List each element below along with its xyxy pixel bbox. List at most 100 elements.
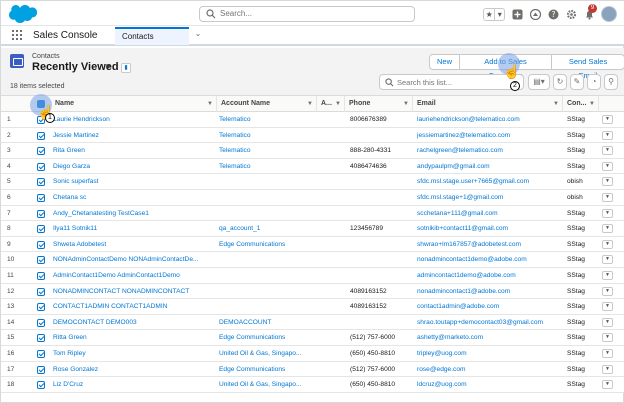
row-actions-chevron-icon[interactable]: ▼ [602, 364, 613, 374]
contact-name-link[interactable]: Liz D'Cruz [53, 377, 211, 392]
column-header-phone[interactable]: Phone ▼ [345, 96, 413, 112]
table-row[interactable]: 10 NONAdminContactDemo NONAdminContactDe.… [1, 252, 624, 268]
row-actions-chevron-icon[interactable]: ▼ [602, 333, 613, 343]
row-actions-chevron-icon[interactable]: ▼ [602, 224, 613, 234]
column-header-contact-owner[interactable]: Con... ▼ [563, 96, 599, 112]
filter-icon[interactable]: ⚲ [604, 74, 618, 90]
row-checkbox[interactable] [37, 162, 45, 171]
list-view-switcher-icon[interactable]: ▾ [106, 61, 111, 72]
row-actions-chevron-icon[interactable]: ▼ [602, 239, 613, 249]
row-checkbox[interactable] [37, 365, 45, 374]
account-name-link[interactable]: qa_account_1 [219, 221, 315, 236]
row-checkbox[interactable] [37, 334, 45, 343]
contact-name-link[interactable]: Rita Green [53, 143, 211, 158]
row-actions-chevron-icon[interactable]: ▼ [602, 115, 613, 124]
account-name-link[interactable]: Edge Communications [219, 330, 315, 345]
table-row[interactable]: 11 AdminContact1Demo AdminContact1Demo adm… [1, 267, 624, 284]
account-name-link[interactable] [219, 252, 315, 267]
new-button[interactable]: New [429, 54, 461, 70]
row-checkbox[interactable] [37, 131, 45, 140]
table-row[interactable]: 12 NONADMINCONTACT NONADMINCONTACT 4089163… [1, 283, 624, 300]
table-row[interactable]: 13 CONTACT1ADMIN CONTACT1ADMIN 4089163152 c… [1, 299, 624, 315]
account-name-link[interactable]: Edge Communications [219, 362, 315, 377]
email-link[interactable]: rose@edge.com [417, 362, 563, 377]
list-display-as-icon[interactable]: ▤▾ [528, 74, 550, 90]
column-header-name[interactable]: Name ▼ [51, 96, 217, 112]
column-header-a[interactable]: A... ▼ [317, 96, 345, 112]
contact-name-link[interactable]: DEMOCONTACT DEMO003 [53, 315, 211, 330]
table-row[interactable]: 5 Sonic superfast sfdc.msl.stage.user+7665… [1, 174, 624, 190]
row-actions-chevron-icon[interactable]: ▼ [602, 348, 613, 358]
row-checkbox[interactable] [37, 225, 45, 234]
table-row[interactable]: 9 Shweta Adobetest Edge Communications shwr… [1, 236, 624, 253]
account-name-link[interactable]: Telematico [219, 112, 315, 127]
row-actions-chevron-icon[interactable]: ▼ [602, 192, 613, 202]
email-link[interactable]: rachelgreen@telematico.com [417, 143, 563, 158]
table-row[interactable]: 16 Tom Ripley United Oil & Gas, Singapo...… [1, 345, 624, 362]
row-actions-chevron-icon[interactable]: ▼ [602, 317, 613, 327]
row-checkbox[interactable] [37, 303, 45, 312]
favorites-star-icon[interactable]: ★ [484, 8, 496, 20]
email-link[interactable]: scchetana+111@gmail.com [417, 206, 563, 221]
contact-name-link[interactable]: Tom Ripley [53, 346, 211, 361]
row-actions-chevron-icon[interactable]: ▼ [602, 161, 613, 171]
contact-name-link[interactable]: CONTACT1ADMIN CONTACT1ADMIN [53, 299, 211, 314]
contact-name-link[interactable]: Laurie Hendrickson [53, 112, 211, 127]
account-name-link[interactable]: Telematico [219, 143, 315, 158]
tab-menu-chevron-icon[interactable]: ⌄ [189, 29, 207, 43]
contact-name-link[interactable]: Sonic superfast [53, 174, 211, 189]
account-name-link[interactable]: United Oil & Gas, Singapo... [219, 377, 315, 392]
column-header-account[interactable]: Account Name ▼ [217, 96, 317, 112]
help-icon[interactable]: ? [547, 8, 559, 20]
email-link[interactable]: nonadmincontact1demo@adobe.com [417, 252, 563, 267]
row-actions-chevron-icon[interactable]: ▼ [602, 270, 613, 280]
account-name-link[interactable]: Edge Communications [219, 237, 315, 252]
contact-name-link[interactable]: NONADMINCONTACT NONADMINCONTACT [53, 284, 211, 299]
contact-name-link[interactable]: Chetana sc [53, 190, 211, 205]
trailhead-icon[interactable] [529, 8, 541, 20]
app-launcher-icon[interactable] [12, 30, 22, 40]
row-actions-chevron-icon[interactable]: ▼ [602, 286, 613, 296]
email-link[interactable]: ldcruz@uog.com [417, 377, 563, 392]
add-icon[interactable] [511, 8, 523, 20]
row-actions-chevron-icon[interactable]: ▼ [602, 130, 613, 140]
pin-list-icon[interactable]: ▮ [121, 63, 131, 73]
account-name-link[interactable]: United Oil & Gas, Singapo... [219, 346, 315, 361]
row-actions-chevron-icon[interactable]: ▼ [602, 146, 613, 156]
row-actions-chevron-icon[interactable]: ▼ [602, 255, 613, 265]
account-name-link[interactable] [219, 206, 315, 221]
column-menu-chevron-icon[interactable]: ▼ [307, 96, 313, 112]
column-menu-chevron-icon[interactable]: ▼ [403, 96, 409, 112]
contact-name-link[interactable]: Andy_Chetanatesting TestCase1 [53, 206, 211, 221]
contact-name-link[interactable]: Jessie Martinez [53, 128, 211, 143]
column-menu-chevron-icon[interactable]: ▼ [589, 96, 595, 112]
row-checkbox[interactable] [37, 240, 45, 249]
email-link[interactable]: nonadmincontact1@adobe.com [417, 284, 563, 299]
email-link[interactable]: sfdc.msl.stage.user+7665@gmail.com [417, 174, 563, 189]
column-menu-chevron-icon[interactable]: ▼ [335, 96, 341, 112]
email-link[interactable]: shrao.toutapp+democontact03@gmail.com [417, 315, 563, 330]
table-row[interactable]: 8 Ilya11 Sotnik11 qa_account_1 123456789 sot… [1, 221, 624, 237]
row-checkbox[interactable] [37, 209, 45, 218]
contact-name-link[interactable]: Ilya11 Sotnik11 [53, 221, 211, 236]
table-row[interactable]: 4 Diego Garza Telematico 4086474636 andypaul… [1, 158, 624, 175]
table-row[interactable]: 6 Chetana sc sfdc.msl.stage+1@gmail.com obi… [1, 189, 624, 206]
user-avatar[interactable] [601, 6, 617, 22]
charts-icon[interactable]: ◔ [587, 74, 601, 90]
row-actions-chevron-icon[interactable]: ▼ [602, 177, 613, 187]
setup-gear-icon[interactable] [565, 8, 577, 20]
table-row[interactable]: 2 Jessie Martinez Telematico jessiemartinez… [1, 127, 624, 144]
refresh-icon[interactable]: ↻ [553, 74, 567, 90]
row-checkbox[interactable] [37, 318, 45, 327]
favorites-group[interactable]: ★ ▾ [483, 7, 505, 21]
tab-contacts[interactable]: Contacts [115, 27, 189, 45]
row-checkbox[interactable] [37, 271, 45, 280]
table-row[interactable]: 17 Rose Gonzalez Edge Communications (512) … [1, 361, 624, 378]
contact-name-link[interactable]: AdminContact1Demo AdminContact1Demo [53, 268, 211, 283]
row-checkbox[interactable] [37, 193, 45, 202]
send-sales-email-button[interactable]: Send Sales Email [552, 54, 624, 80]
row-actions-chevron-icon[interactable]: ▼ [602, 208, 613, 218]
row-checkbox[interactable] [37, 178, 45, 187]
account-name-link[interactable] [219, 268, 315, 283]
contact-name-link[interactable]: NONAdminContactDemo NONAdminContactDe... [53, 252, 211, 267]
